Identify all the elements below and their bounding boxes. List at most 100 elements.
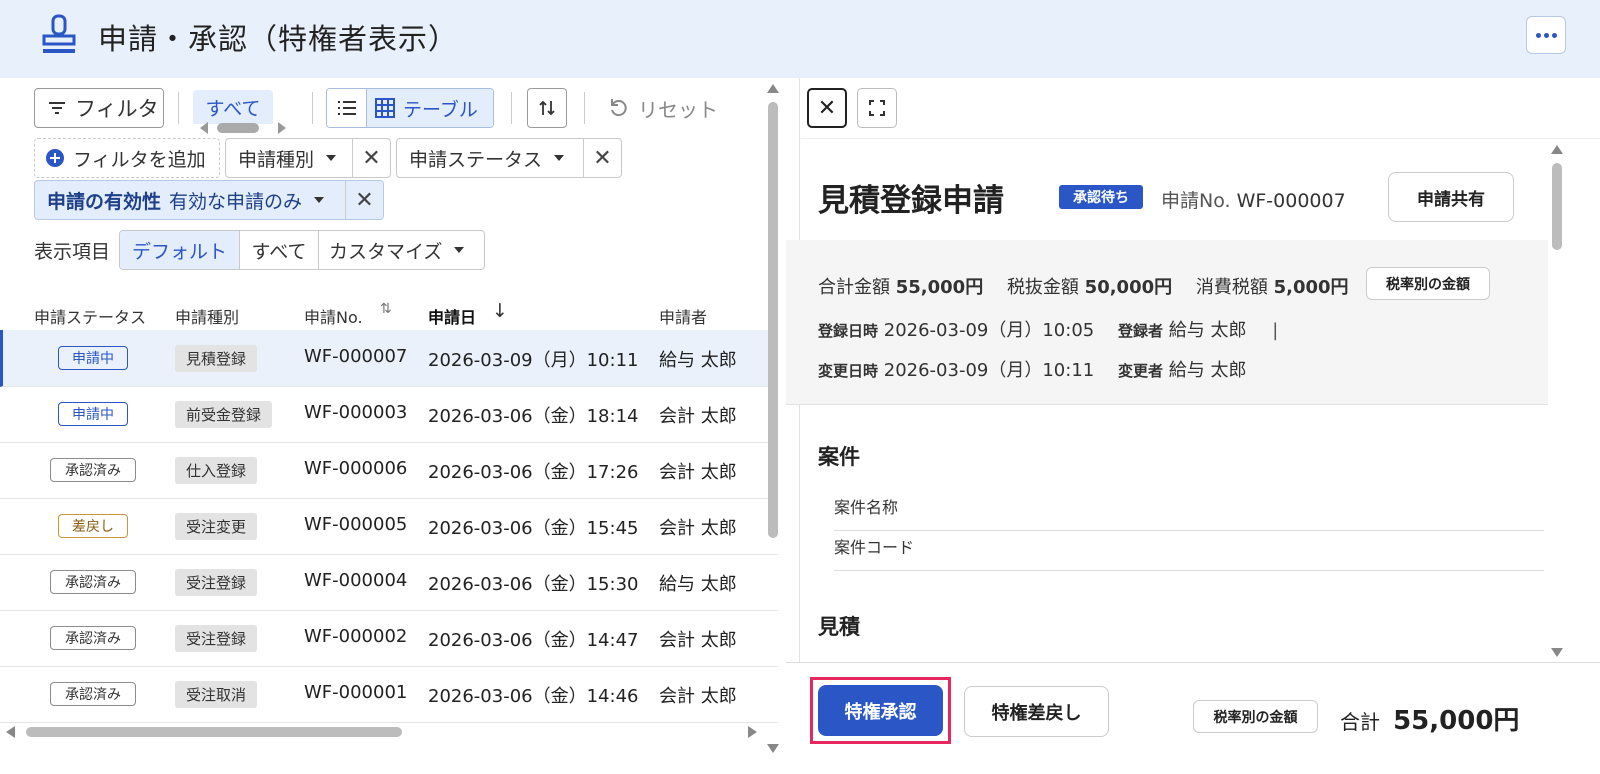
view-tab-all[interactable]: すべて <box>193 90 273 124</box>
status-badge: 差戻し <box>58 514 128 538</box>
filter-chip-validity[interactable]: 申請の有効性 有効な申請のみ ✕ <box>34 180 384 220</box>
tax-rate-amount-button[interactable]: 税率別の金額 <box>1366 267 1490 300</box>
date-cell: 2026-03-06（金）14:47 <box>428 630 639 651</box>
expand-icon <box>869 100 885 116</box>
table-row[interactable]: 承認済み 受注登録 WF-000002 2026-03-06（金）14:47 会計 太郎 <box>0 610 778 667</box>
reset-button[interactable]: リセット <box>608 92 718 124</box>
plus-circle-icon <box>46 149 64 167</box>
sort-button[interactable] <box>527 88 567 128</box>
close-icon: ✕ <box>817 95 837 121</box>
display-items-label: 表示項目 <box>34 241 111 263</box>
column-header-date[interactable]: 申請日 <box>428 304 476 328</box>
close-icon[interactable]: ✕ <box>583 139 621 177</box>
column-header-no[interactable]: 申請No. <box>304 304 363 328</box>
panel-top-divider <box>801 138 1600 139</box>
vertical-scrollbar-thumb[interactable] <box>768 102 778 538</box>
footer-total: 合計 55,000円 <box>1340 706 1520 736</box>
type-tag: 前受金登録 <box>175 401 273 428</box>
type-tag: 受注登録 <box>175 625 258 652</box>
table-row[interactable]: 承認済み 受注登録 WF-000004 2026-03-06（金）15:30 給与 太郎 <box>0 554 778 611</box>
scroll-up-icon[interactable] <box>1551 145 1563 154</box>
status-badge: 申請中 <box>58 402 128 426</box>
list-view-button[interactable] <box>327 89 367 127</box>
date-cell: 2026-03-06（金）14:46 <box>428 686 639 707</box>
table-row[interactable]: 申請中 前受金登録 WF-000003 2026-03-06（金）18:14 会計 太郎 <box>0 386 778 443</box>
applicant-cell: 会計 太郎 <box>659 462 737 483</box>
date-cell: 2026-03-06（金）15:45 <box>428 518 639 539</box>
toolbar-divider <box>584 92 585 124</box>
application-no-cell: WF-000001 <box>304 682 408 703</box>
detail-scrollbar-thumb[interactable] <box>1552 163 1562 250</box>
application-no-cell: WF-000004 <box>304 570 408 591</box>
arrow-down-icon[interactable]: ↓ <box>492 300 508 322</box>
more-options-button[interactable] <box>1526 16 1566 54</box>
footer-tax-rate-button[interactable]: 税率別の金額 <box>1193 700 1318 733</box>
date-cell: 2026-03-06（金）15:30 <box>428 574 639 595</box>
privileged-approve-button[interactable]: 特権承認 <box>818 685 943 736</box>
display-options: デフォルト すべて カスタマイズ <box>119 230 485 270</box>
applicant-cell: 給与 太郎 <box>659 350 737 371</box>
project-name-field: 案件名称 <box>834 494 1544 531</box>
display-option-default[interactable]: デフォルト <box>120 231 240 269</box>
table-row[interactable]: 承認済み 仕入登録 WF-000006 2026-03-06（金）17:26 会計 太郎 <box>0 442 778 499</box>
section-project-title: 案件 <box>818 445 860 469</box>
sort-icon <box>539 100 555 116</box>
display-option-customize[interactable]: カスタマイズ <box>319 231 484 269</box>
application-no-cell: WF-000002 <box>304 626 408 647</box>
detail-title: 見積登録申請 <box>818 183 1004 219</box>
display-option-all[interactable]: すべて <box>240 231 319 269</box>
status-badge: 承認済み <box>50 458 136 482</box>
scroll-down-icon[interactable] <box>767 744 779 753</box>
sort-icon[interactable]: ⇅ <box>380 301 392 317</box>
scroll-left-icon[interactable] <box>200 122 208 134</box>
type-tag: 受注取消 <box>175 681 258 708</box>
table-row[interactable]: 申請中 見積登録 WF-000007 2026-03-09（月）10:11 給与 太郎 <box>0 330 778 387</box>
status-badge: 承認済み <box>50 682 136 706</box>
scroll-up-icon[interactable] <box>767 84 779 93</box>
close-icon[interactable]: ✕ <box>352 139 390 177</box>
applicant-cell: 会計 太郎 <box>659 630 737 651</box>
applicant-cell: 会計 太郎 <box>659 518 737 539</box>
column-header-applicant[interactable]: 申請者 <box>659 304 707 328</box>
reset-icon <box>611 99 627 117</box>
project-code-field: 案件コード <box>834 534 1544 571</box>
scroll-right-icon[interactable] <box>278 122 286 134</box>
filter-chip-type[interactable]: 申請種別 ✕ <box>225 138 391 178</box>
close-panel-button[interactable]: ✕ <box>807 88 847 128</box>
scroll-right-icon[interactable] <box>748 726 757 738</box>
applicant-cell: 会計 太郎 <box>659 406 737 427</box>
application-no-cell: WF-000006 <box>304 458 408 479</box>
created-line: 登録日時 2026-03-09（月）10:05 登録者 給与 太郎 | <box>818 320 1279 341</box>
applicant-cell: 会計 太郎 <box>659 686 737 707</box>
application-no-cell: WF-000007 <box>304 346 408 367</box>
tab-scrollbar[interactable] <box>200 122 288 134</box>
stamp-icon <box>42 14 76 53</box>
close-icon[interactable]: ✕ <box>345 181 383 219</box>
scroll-left-icon[interactable] <box>6 726 15 738</box>
add-filter-button[interactable]: フィルタを追加 <box>34 138 220 178</box>
tab-scroll-thumb[interactable] <box>217 123 259 133</box>
chevron-down-icon <box>454 247 465 253</box>
table-view-button[interactable]: テーブル <box>367 89 493 127</box>
list-icon <box>337 101 356 115</box>
app-header: 申請・承認（特権者表示） <box>0 0 1600 78</box>
table-row[interactable]: 承認済み 受注取消 WF-000001 2026-03-06（金）14:46 会計 太郎 <box>0 666 778 723</box>
filter-button[interactable]: フィルタ <box>34 88 164 128</box>
applicant-cell: 給与 太郎 <box>659 574 737 595</box>
filter-chip-status[interactable]: 申請ステータス ✕ <box>396 138 622 178</box>
horizontal-scrollbar-thumb[interactable] <box>26 727 402 737</box>
column-header-type[interactable]: 申請種別 <box>175 304 239 328</box>
status-badge: 承認済み <box>50 570 136 594</box>
filter-button-label: フィルタ <box>75 97 159 121</box>
column-header-status[interactable]: 申請ステータス <box>34 304 146 328</box>
application-no-cell: WF-000005 <box>304 514 408 535</box>
section-estimate-title: 見積 <box>818 615 860 639</box>
table-row[interactable]: 差戻し 受注変更 WF-000005 2026-03-06（金）15:45 会計 太郎 <box>0 498 778 555</box>
scroll-down-icon[interactable] <box>1551 648 1563 657</box>
share-button[interactable]: 申請共有 <box>1388 172 1514 222</box>
type-tag: 受注登録 <box>175 569 258 596</box>
privileged-return-button[interactable]: 特権差戻し <box>964 686 1109 737</box>
application-no: 申請No. WF-000007 <box>1161 190 1346 212</box>
expand-panel-button[interactable] <box>857 88 897 128</box>
more-icon <box>1535 32 1541 38</box>
